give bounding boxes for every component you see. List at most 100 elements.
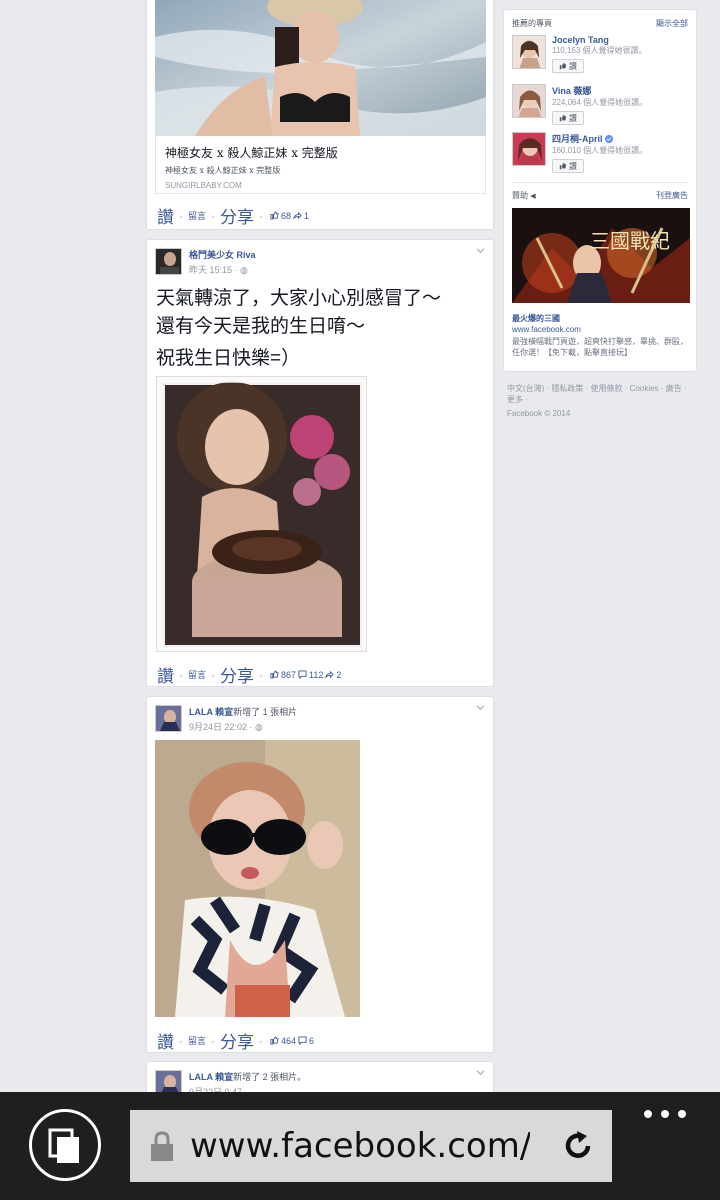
chevron-down-icon[interactable] xyxy=(476,246,485,255)
like-page-button[interactable]: 讚 xyxy=(552,111,584,125)
like-count: 464 xyxy=(281,1035,297,1046)
engagement-counts[interactable]: 464 6 xyxy=(270,1036,314,1046)
share-action[interactable]: 分享 xyxy=(220,1028,254,1053)
recommended-page-item[interactable]: Vina 薇娜 224,064 個人覺得她很讚。 讚 xyxy=(512,84,647,125)
refresh-icon[interactable] xyxy=(560,1128,596,1164)
avatar[interactable] xyxy=(155,248,182,275)
like-count: 867 xyxy=(281,669,297,680)
chevron-down-icon[interactable] xyxy=(476,1068,485,1077)
share-action[interactable]: 分享 xyxy=(220,662,254,687)
recommended-page-item[interactable]: 四月桐-April 160,010 個人覺得她很讚。 讚 xyxy=(512,132,647,173)
post-photo[interactable] xyxy=(155,740,360,1017)
page-like-count: 224,064 個人覺得她很讚。 xyxy=(552,98,648,107)
footer-links[interactable]: 中文(台灣) · 隱私政策 · 使用條款 · Cookies · 廣告 · 更多… xyxy=(507,383,692,405)
page-thumbnail[interactable] xyxy=(512,84,546,118)
comment-action[interactable]: 留言 xyxy=(188,1034,206,1047)
see-all-link[interactable]: 顯示全部 xyxy=(656,18,688,29)
post-text: 天氣轉涼了，大家小心別感冒了〜 還有今天是我的生日唷〜 祝我生日快樂=） xyxy=(156,285,441,373)
comment-icon xyxy=(298,1036,307,1045)
post-timestamp[interactable]: 9月24日 22:02 · xyxy=(189,722,255,732)
tabs-button[interactable] xyxy=(29,1109,101,1181)
post-text-line: 天氣轉涼了，大家小心別感冒了〜 xyxy=(156,288,442,309)
like-action[interactable]: 讚 xyxy=(157,662,174,687)
comment-action[interactable]: 留言 xyxy=(188,668,206,681)
post-author[interactable]: 格鬥美少女 Riva xyxy=(189,248,256,261)
recommended-pages-title: 推薦的專頁 xyxy=(512,19,552,28)
post-header: LALA 賴宣新增了 1 張相片 9月24日 22:02 · ◍ xyxy=(155,705,297,733)
right-sidebar: 推薦的專頁 顯示全部 Jocelyn Tang 110,163 個人覺得她很讚。… xyxy=(503,9,697,372)
engagement-counts[interactable]: 68 1 xyxy=(270,211,309,221)
thumbs-up-icon xyxy=(559,62,567,70)
post-actions: 讚 · 留言 · 分享 · 68 1 xyxy=(157,203,309,228)
verified-badge-icon xyxy=(605,135,614,143)
comment-icon xyxy=(298,670,307,679)
post-timestamp[interactable]: 昨天 15:15 · xyxy=(189,265,240,275)
like-action[interactable]: 讚 xyxy=(157,1028,174,1053)
post-header: 格鬥美少女 Riva 昨天 15:15 · ◍ xyxy=(155,248,256,276)
share-action[interactable]: 分享 xyxy=(220,203,254,228)
ad-description: 最強橫幅戰鬥頁遊，超爽快打擊感，畢挑、群毆，任你選！【免下載，點擊直接玩】 xyxy=(512,337,688,357)
ad-title[interactable]: 最火爆的三國 xyxy=(512,313,560,324)
create-ad-link[interactable]: 刊登廣告 xyxy=(656,190,688,201)
divider xyxy=(512,182,688,183)
comment-action[interactable]: 留言 xyxy=(188,209,206,222)
post-actions: 讚 · 留言 · 分享 · 464 6 xyxy=(157,1028,314,1053)
link-title[interactable]: 神極女友 x 殺人鯨正妹 x 完整版 xyxy=(165,144,476,161)
page-name[interactable]: Vina 薇娜 xyxy=(552,84,647,97)
link-preview-text[interactable]: 神極女友 x 殺人鯨正妹 x 完整版 神極女友 x 殺人鯨正妹 x 完整版 SU… xyxy=(155,136,486,194)
post-photo[interactable] xyxy=(156,376,367,652)
page-name[interactable]: Jocelyn Tang xyxy=(552,35,647,45)
post-activity: 新增了 1 張相片 xyxy=(233,707,298,717)
page-name[interactable]: 四月桐-April xyxy=(552,134,603,144)
comment-count: 112 xyxy=(309,669,324,680)
share-count: 2 xyxy=(336,669,342,680)
copyright: Facebook © 2014 xyxy=(507,409,571,418)
page-like-count: 110,163 個人覺得她很讚。 xyxy=(552,46,647,55)
thumbs-up-icon xyxy=(270,1036,279,1045)
sponsored-icon: ◀ xyxy=(530,193,536,200)
post-card-photo: LALA 賴宣新增了 1 張相片 9月24日 22:02 · ◍ 讚 · 留言 … xyxy=(146,696,494,1053)
link-domain: SUNGIRLBABY.COM xyxy=(165,181,242,190)
post-text-line: 還有今天是我的生日唷〜 xyxy=(156,316,366,337)
recommended-page-item[interactable]: Jocelyn Tang 110,163 個人覺得她很讚。 讚 xyxy=(512,35,647,73)
like-action[interactable]: 讚 xyxy=(157,203,174,228)
ad-banner-text: 三國戰紀 xyxy=(590,229,670,253)
post-author[interactable]: LALA 賴宣 xyxy=(189,1072,233,1082)
comment-count: 6 xyxy=(309,1035,315,1046)
ad-url[interactable]: www.facebook.com xyxy=(512,325,581,334)
tabs-icon xyxy=(48,1128,79,1163)
ad-banner-image[interactable]: 三國戰紀 xyxy=(512,208,690,303)
link-preview-image[interactable] xyxy=(155,0,486,136)
browser-address-bar: www.facebook.com/home xyxy=(0,1092,720,1200)
thumbs-up-icon xyxy=(270,670,279,679)
share-count: 1 xyxy=(304,210,310,221)
post-activity: 新增了 2 張相片。 xyxy=(233,1072,307,1082)
post-card-status: 格鬥美少女 Riva 昨天 15:15 · ◍ 天氣轉涼了，大家小心別感冒了〜 … xyxy=(146,239,494,687)
page-like-count: 160,010 個人覺得她很讚。 xyxy=(552,146,648,155)
page-thumbnail[interactable] xyxy=(512,35,546,69)
post-card-link: 神極女友 x 殺人鯨正妹 x 完整版 神極女友 x 殺人鯨正妹 x 完整版 SU… xyxy=(146,0,494,230)
thumbs-up-icon xyxy=(270,211,279,220)
like-page-button[interactable]: 讚 xyxy=(552,159,584,173)
more-options-icon xyxy=(644,1110,686,1118)
thumbs-up-icon xyxy=(559,114,567,122)
chevron-down-icon[interactable] xyxy=(476,703,485,712)
more-menu-button[interactable] xyxy=(640,1106,690,1126)
like-page-button[interactable]: 讚 xyxy=(552,59,584,73)
post-text-line: 祝我生日快樂=） xyxy=(156,348,301,369)
engagement-counts[interactable]: 867 112 2 xyxy=(270,670,341,680)
link-description: 神極女友 x 殺人鯨正妹 x 完整版 xyxy=(165,166,281,175)
thumbs-up-icon xyxy=(559,162,567,170)
share-icon xyxy=(325,670,335,679)
sponsored-title: 贊助 xyxy=(512,191,528,200)
like-count: 68 xyxy=(281,210,292,221)
page-thumbnail[interactable] xyxy=(512,132,546,166)
globe-icon: ◍ xyxy=(255,722,263,732)
address-bar[interactable]: www.facebook.com/home xyxy=(130,1110,612,1182)
globe-icon: ◍ xyxy=(240,265,248,275)
share-icon xyxy=(293,211,302,220)
post-author[interactable]: LALA 賴宣 xyxy=(189,707,233,717)
post-actions: 讚 · 留言 · 分享 · 867 112 2 xyxy=(157,662,341,687)
avatar[interactable] xyxy=(155,705,182,732)
url-text[interactable]: www.facebook.com/home xyxy=(190,1126,530,1166)
